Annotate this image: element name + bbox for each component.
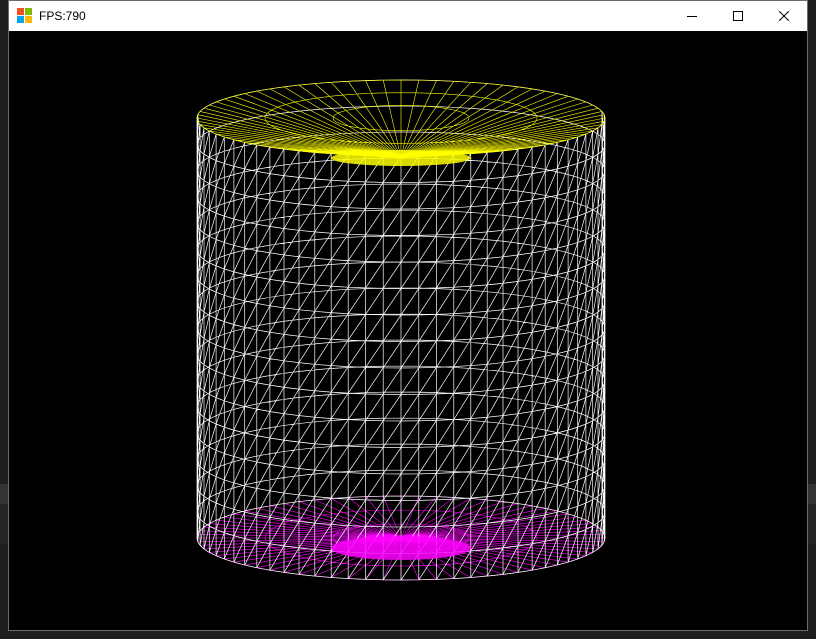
window-controls — [669, 1, 807, 31]
window-title: FPS:790 — [39, 9, 86, 23]
app-form-icon[interactable] — [17, 8, 33, 24]
title-bar[interactable]: FPS:790 — [9, 1, 807, 31]
top-cap-center — [331, 150, 471, 166]
minimize-button[interactable] — [669, 1, 715, 31]
render-viewport[interactable] — [9, 31, 807, 630]
maximize-button[interactable] — [715, 1, 761, 31]
bottom-cap-center — [331, 536, 471, 560]
maximize-icon — [733, 11, 743, 21]
wireframe-cylinder — [196, 79, 606, 581]
top-cap-wireframe — [196, 79, 606, 159]
close-button[interactable] — [761, 1, 807, 31]
minimize-icon — [687, 16, 697, 17]
close-icon — [779, 11, 789, 21]
app-window: FPS:790 — [8, 0, 808, 631]
